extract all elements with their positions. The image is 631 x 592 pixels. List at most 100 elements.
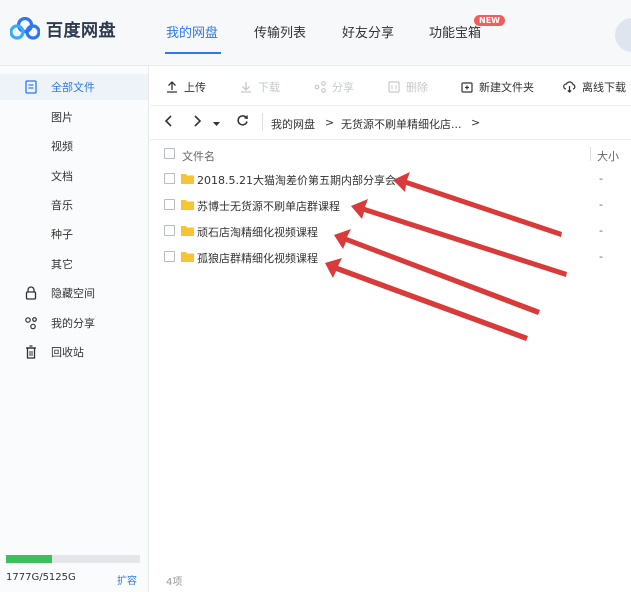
expand-storage-link[interactable]: 扩容 [117,572,137,587]
new-folder-button[interactable]: 新建文件夹 [460,79,534,95]
share-label: 分享 [332,81,354,94]
avatar[interactable] [615,18,631,52]
forward-button[interactable] [192,114,202,131]
new-folder-label: 新建文件夹 [479,81,534,94]
tab-friend-share[interactable]: 好友分享 [342,22,394,41]
file-size: - [599,224,603,237]
sidebar-item-hidden-space[interactable]: 隐藏空间 [0,280,148,306]
sidebar-item-images[interactable]: 图片 [0,104,148,130]
download-icon [239,81,252,94]
delete-button[interactable]: 删除 [387,79,428,95]
trash-icon [24,345,38,359]
column-divider[interactable] [590,147,591,161]
row-checkbox[interactable] [164,199,175,210]
offline-download-label: 离线下载 [582,81,626,94]
sidebar-item-label: 视频 [51,140,73,153]
refresh-icon [237,115,248,126]
column-header-size[interactable]: 大小 [597,148,619,164]
file-name[interactable]: 孤狼店群精细化视频课程 [197,250,318,266]
file-size: - [599,250,603,263]
file-list-header: 文件名 大小 [150,140,631,168]
folder-icon [181,174,194,184]
sidebar-item-label: 种子 [51,228,73,241]
tab-transfer-list[interactable]: 传输列表 [254,22,306,41]
share-button[interactable]: 分享 [313,79,354,95]
breadcrumb-root[interactable]: 我的网盘 [271,116,315,132]
table-row[interactable]: 孤狼店群精细化视频课程 - [150,244,631,270]
lock-icon [24,286,38,300]
file-name[interactable]: 2018.5.21大猫淘差价第五期内部分享会 [197,172,396,188]
active-tab-indicator [165,52,221,54]
share-icon [313,81,326,94]
storage-bar-fill [6,555,53,563]
sidebar-item-label: 隐藏空间 [51,287,95,300]
trash-icon [387,81,400,94]
item-count: 4项 [166,577,183,588]
breadcrumb-trailing-separator[interactable]: > [471,116,480,129]
upload-label: 上传 [184,81,206,94]
row-checkbox[interactable] [164,251,175,262]
history-dropdown-button[interactable] [213,117,220,130]
sidebar-item-all-files[interactable]: 全部文件 [0,74,148,100]
select-all-checkbox[interactable] [164,148,175,159]
top-header: 百度网盘 我的网盘 传输列表 好友分享 功能宝箱 NEW [0,0,631,66]
share-icon [24,316,38,330]
sidebar-item-label: 图片 [51,111,73,124]
file-name[interactable]: 顽石店淘精细化视频课程 [197,224,318,240]
chevron-right-icon [194,115,202,127]
sidebar-item-documents[interactable]: 文档 [0,163,148,189]
cloud-logo-icon [10,16,40,40]
folder-icon [181,252,194,262]
back-button[interactable] [164,114,174,131]
sidebar-item-label: 文档 [51,170,73,183]
refresh-button[interactable] [236,114,249,130]
storage-bar [6,555,140,563]
cloud-download-icon [563,81,576,94]
breadcrumb-separator: > [325,116,335,129]
table-row[interactable]: 苏博士无货源不刷单店群课程 - [150,192,631,218]
folder-icon [181,226,194,236]
breadcrumb-divider [262,113,263,131]
row-checkbox[interactable] [164,173,175,184]
file-size: - [599,198,603,211]
sidebar: 全部文件 图片 视频 文档 音乐 种子 其它 隐藏空间 我的分享 回收站 177… [0,66,149,592]
chevron-left-icon [164,115,172,127]
upload-button[interactable]: 上传 [165,79,206,95]
app-title: 百度网盘 [46,21,116,41]
upload-icon [165,81,178,94]
sidebar-item-torrents[interactable]: 种子 [0,221,148,247]
offline-download-button[interactable]: 离线下载 [563,79,626,95]
file-size: - [599,172,603,185]
sidebar-item-my-shares[interactable]: 我的分享 [0,310,148,336]
tab-my-drive[interactable]: 我的网盘 [166,22,218,41]
app-logo[interactable]: 百度网盘 [10,16,116,41]
sidebar-item-other[interactable]: 其它 [0,251,148,277]
annotation-arrow [325,258,528,341]
new-folder-icon [460,81,473,94]
column-header-name[interactable]: 文件名 [182,148,215,164]
file-icon [24,80,38,94]
storage-usage-text: 1777G/5125G [6,572,76,583]
new-badge: NEW [474,15,505,26]
caret-down-icon [213,122,220,126]
breadcrumb: 我的网盘 > 无货源不刷单精细化店... > [150,106,631,140]
sidebar-item-label: 音乐 [51,199,73,212]
sidebar-item-label: 其它 [51,258,73,271]
delete-label: 删除 [406,81,428,94]
tab-toolbox[interactable]: 功能宝箱 [429,22,481,41]
folder-icon [181,200,194,210]
sidebar-item-label: 回收站 [51,346,84,359]
download-button[interactable]: 下载 [239,79,280,95]
breadcrumb-current[interactable]: 无货源不刷单精细化店... [341,116,462,132]
sidebar-item-videos[interactable]: 视频 [0,133,148,159]
sidebar-item-label: 全部文件 [51,81,95,94]
sidebar-item-recycle-bin[interactable]: 回收站 [0,339,148,365]
sidebar-item-music[interactable]: 音乐 [0,192,148,218]
row-checkbox[interactable] [164,225,175,236]
table-row[interactable]: 2018.5.21大猫淘差价第五期内部分享会 - [150,166,631,192]
table-row[interactable]: 顽石店淘精细化视频课程 - [150,218,631,244]
sidebar-item-label: 我的分享 [51,317,95,330]
file-name[interactable]: 苏博士无货源不刷单店群课程 [197,198,340,214]
toolbar: 上传 下载 分享 删除 新建文件夹 离线下载 [150,66,631,106]
download-label: 下载 [258,81,280,94]
